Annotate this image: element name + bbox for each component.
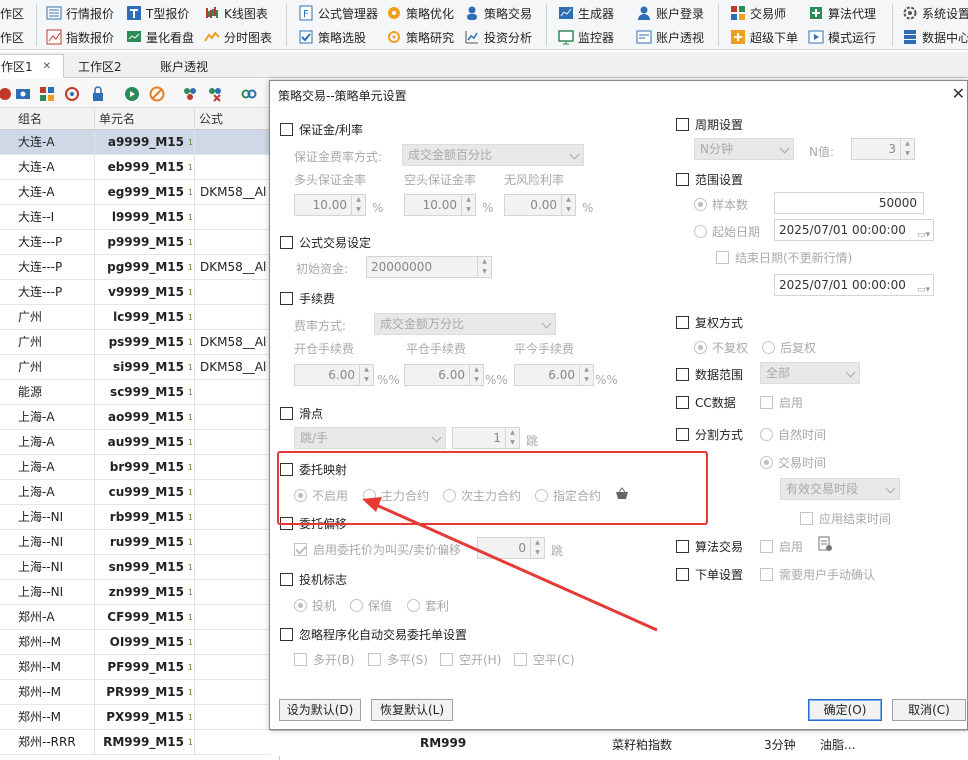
annotation-arrow xyxy=(362,497,658,632)
arrow-shaft xyxy=(373,502,658,632)
arrow-head xyxy=(362,497,382,512)
